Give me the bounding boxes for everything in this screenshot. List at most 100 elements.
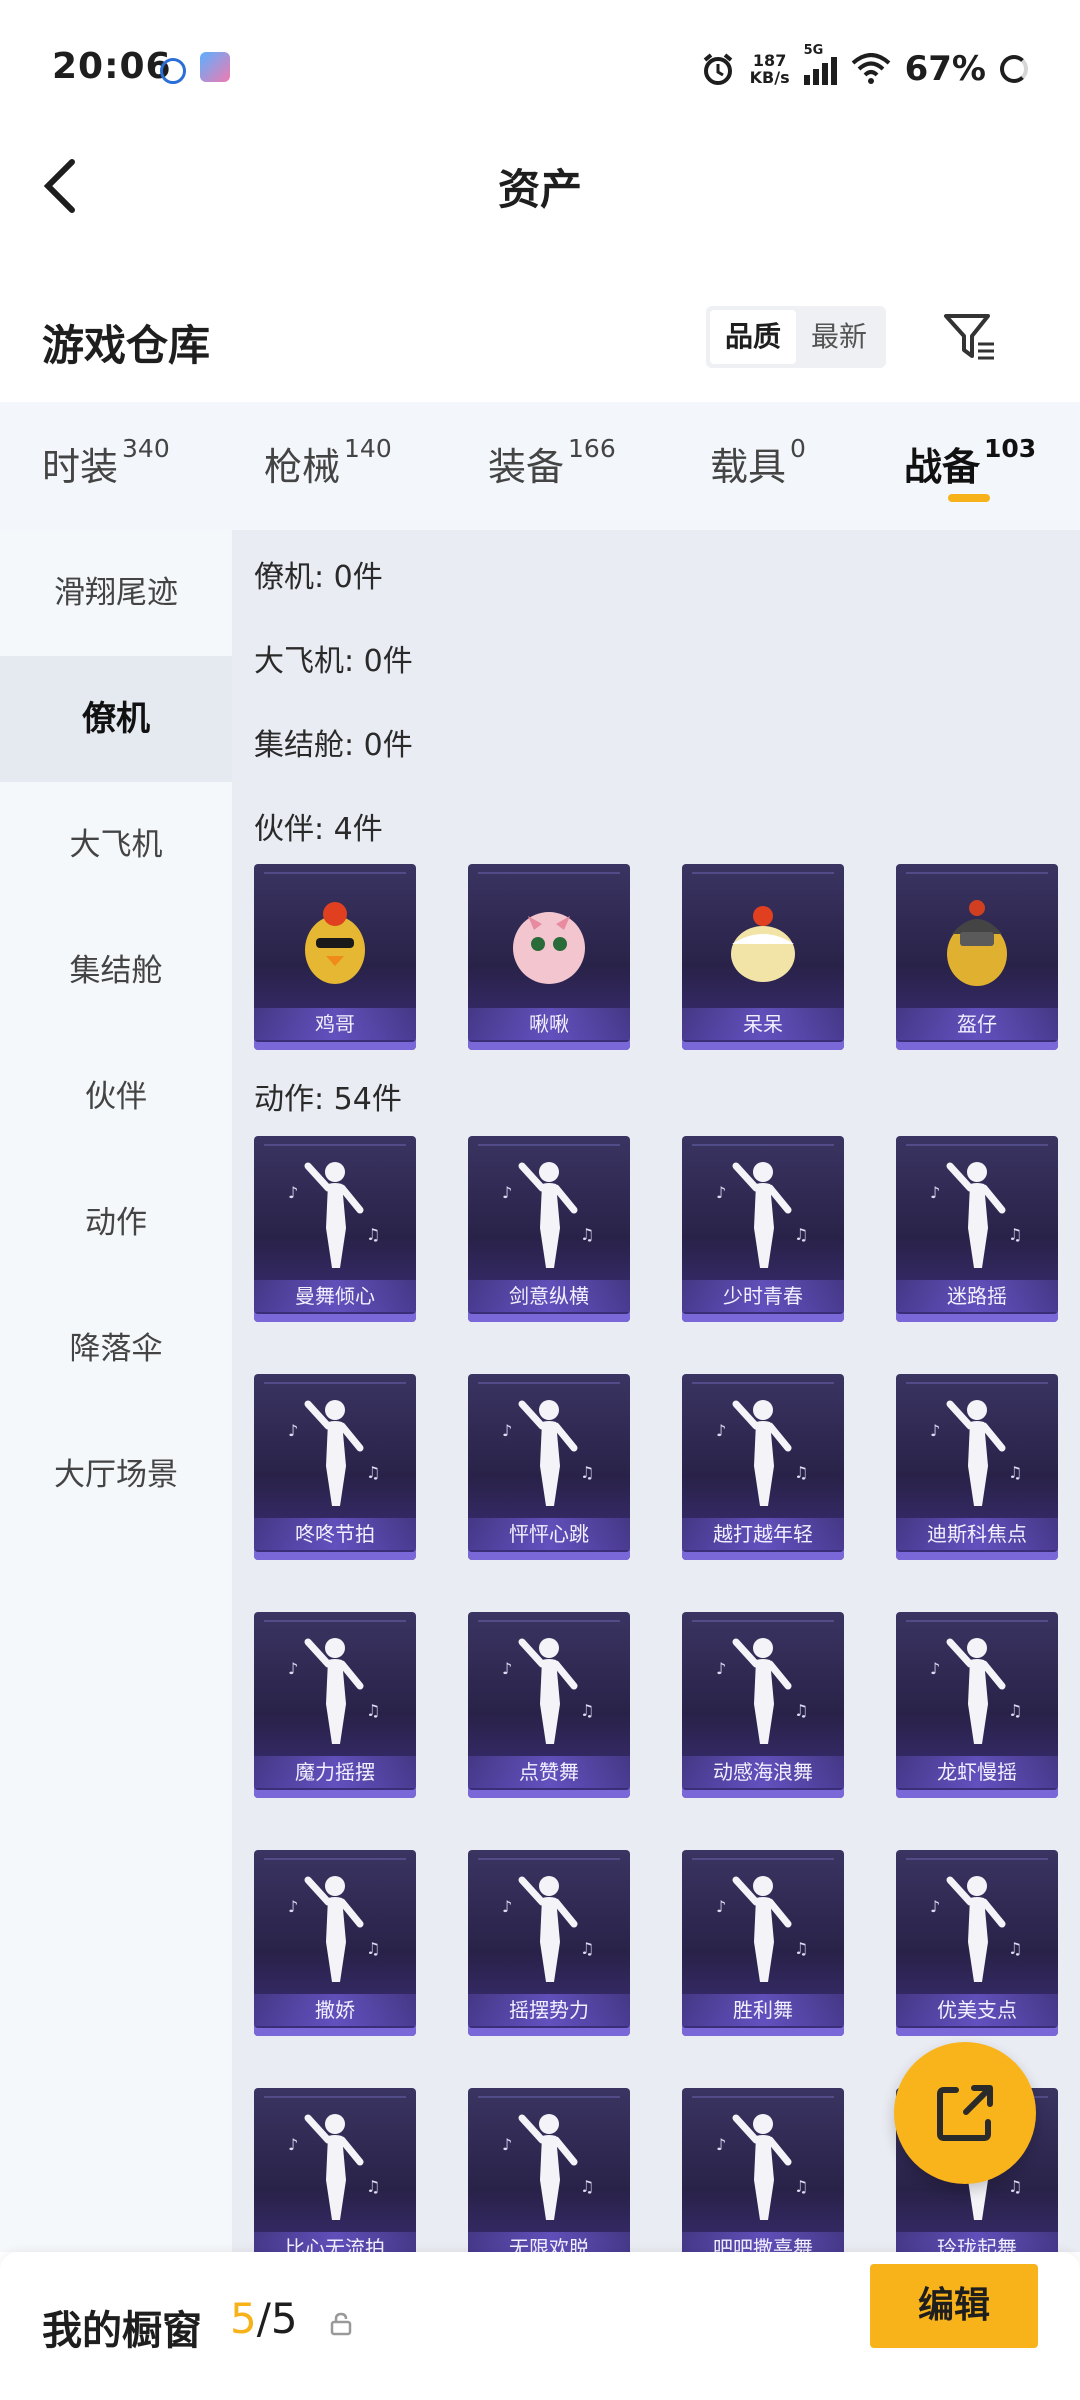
sidebar: 滑翔尾迹 僚机 大飞机 集结舱 伙伴 动作 降落伞 大厅场景 bbox=[0, 530, 232, 2252]
partner-name: 盔仔 bbox=[896, 1008, 1058, 1040]
action-card[interactable]: ♪ ♫ 咚咚节拍 bbox=[254, 1374, 416, 1560]
svg-text:♫: ♫ bbox=[794, 2177, 808, 2196]
tab-count: 103 bbox=[984, 434, 1037, 463]
showcase-total: /5 bbox=[256, 2294, 298, 2343]
partner-card[interactable]: 啾啾 bbox=[468, 864, 630, 1050]
action-card[interactable]: ♪ ♫ 摇摆势力 bbox=[468, 1850, 630, 2036]
tab-label: 时装 bbox=[42, 445, 119, 489]
svg-text:♪: ♪ bbox=[930, 1897, 940, 1916]
action-card[interactable]: ♪ ♫ 越打越年轻 bbox=[682, 1374, 844, 1560]
status-bar: 20:06 187 KB/s 5G 67% bbox=[0, 0, 1080, 140]
action-card[interactable]: ♪ ♫ 少时青春 bbox=[682, 1136, 844, 1322]
action-thumbnail: ♪♫ bbox=[502, 1638, 594, 1744]
action-thumbnail: ♪♫ bbox=[716, 2114, 808, 2220]
action-name: 优美支点 bbox=[896, 1994, 1058, 2026]
action-card[interactable]: ♪ ♫ 曼舞倾心 bbox=[254, 1136, 416, 1322]
sort-newest-button[interactable]: 最新 bbox=[796, 310, 882, 364]
filter-icon[interactable] bbox=[942, 308, 998, 364]
svg-text:♫: ♫ bbox=[366, 1463, 380, 1482]
svg-text:♫: ♫ bbox=[794, 1701, 808, 1720]
tab-combat-gear[interactable]: 战备 103 bbox=[904, 434, 1037, 491]
svg-text:♫: ♫ bbox=[580, 1463, 594, 1482]
share-fab[interactable] bbox=[894, 2042, 1036, 2184]
tab-equipment[interactable]: 装备 166 bbox=[488, 434, 616, 491]
action-thumbnail: ♪♫ bbox=[288, 1876, 380, 1982]
action-thumbnail: ♪♫ bbox=[930, 1876, 1022, 1982]
action-name: 玲珑起舞 bbox=[896, 2232, 1058, 2252]
action-thumbnail: ♪♫ bbox=[930, 1162, 1022, 1268]
svg-text:♪: ♪ bbox=[930, 1659, 940, 1678]
partner-thumbnail bbox=[305, 902, 365, 984]
action-card[interactable]: ♪ ♫ 迷路摇 bbox=[896, 1136, 1058, 1322]
partner-thumbnail bbox=[947, 900, 1007, 986]
action-card[interactable]: ♪ ♫ 胜利舞 bbox=[682, 1850, 844, 2036]
svg-text:♫: ♫ bbox=[1008, 1225, 1022, 1244]
action-card[interactable]: ♪ ♫ 龙虾慢摇 bbox=[896, 1612, 1058, 1798]
item-grid-panel: 僚机: 0件 大飞机: 0件 集结舱: 0件 伙伴: 4件 鸡哥 啾啾 呆呆 盔仔 动… bbox=[232, 530, 1080, 2252]
svg-text:♫: ♫ bbox=[1008, 1701, 1022, 1720]
sidebar-item-glide-trail[interactable]: 滑翔尾迹 bbox=[0, 530, 232, 656]
action-thumbnail: ♪♫ bbox=[288, 2114, 380, 2220]
tab-label: 载具 bbox=[710, 445, 787, 489]
svg-text:♫: ♫ bbox=[366, 2177, 380, 2196]
action-card[interactable]: ♪ ♫ 迪斯科焦点 bbox=[896, 1374, 1058, 1560]
action-card[interactable]: ♪ ♫ 吧吧撒喜舞 bbox=[682, 2088, 844, 2252]
svg-text:♫: ♫ bbox=[366, 1701, 380, 1720]
sidebar-item-partner[interactable]: 伙伴 bbox=[0, 1034, 232, 1160]
svg-text:♫: ♫ bbox=[580, 2177, 594, 2196]
action-name: 比心无流拍 bbox=[254, 2232, 416, 2252]
action-card[interactable]: ♪ ♫ 撒娇 bbox=[254, 1850, 416, 2036]
action-name: 魔力摇摆 bbox=[254, 1756, 416, 1788]
svg-text:♪: ♪ bbox=[716, 1897, 726, 1916]
svg-text:♪: ♪ bbox=[288, 1183, 298, 1202]
partner-card[interactable]: 鸡哥 bbox=[254, 864, 416, 1050]
action-name: 龙虾慢摇 bbox=[896, 1756, 1058, 1788]
action-card[interactable]: ♪ ♫ 动感海浪舞 bbox=[682, 1612, 844, 1798]
sidebar-item-parachute[interactable]: 降落伞 bbox=[0, 1286, 232, 1412]
section-partners: 伙伴: 4件 bbox=[254, 812, 383, 847]
action-thumbnail: ♪♫ bbox=[716, 1876, 808, 1982]
status-time: 20:06 bbox=[52, 46, 172, 87]
action-card[interactable]: ♪ ♫ 剑意纵横 bbox=[468, 1136, 630, 1322]
sidebar-item-lobby-scene[interactable]: 大厅场景 bbox=[0, 1412, 232, 1538]
status-right-group: 187 KB/s 5G 67% bbox=[700, 43, 1028, 92]
action-thumbnail: ♪♫ bbox=[502, 2114, 594, 2220]
tab-fashion[interactable]: 时装 340 bbox=[42, 434, 170, 491]
svg-text:♫: ♫ bbox=[366, 1939, 380, 1958]
active-tab-indicator bbox=[948, 494, 990, 502]
battery-percent: 67% bbox=[904, 49, 986, 89]
page-title: 资产 bbox=[497, 165, 582, 214]
sidebar-item-wingman[interactable]: 僚机 bbox=[0, 656, 232, 782]
action-name: 越打越年轻 bbox=[682, 1518, 844, 1550]
notification-app-icon bbox=[160, 58, 186, 84]
tab-weapons[interactable]: 枪械 140 bbox=[264, 434, 392, 491]
action-card[interactable]: ♪ ♫ 魔力摇摆 bbox=[254, 1612, 416, 1798]
action-name: 胜利舞 bbox=[682, 1994, 844, 2026]
showcase-label: 我的橱窗 bbox=[42, 2308, 202, 2354]
sidebar-item-rally-pod[interactable]: 集结舱 bbox=[0, 908, 232, 1034]
tab-count: 0 bbox=[790, 434, 806, 463]
action-name: 少时青春 bbox=[682, 1280, 844, 1312]
action-thumbnail: ♪♫ bbox=[502, 1400, 594, 1506]
action-card[interactable]: ♪ ♫ 比心无流拍 bbox=[254, 2088, 416, 2252]
cell-signal-icon: 5G bbox=[803, 43, 837, 85]
action-thumbnail: ♪♫ bbox=[288, 1400, 380, 1506]
action-card[interactable]: ♪ ♫ 怦怦心跳 bbox=[468, 1374, 630, 1560]
action-card[interactable]: ♪ ♫ 优美支点 bbox=[896, 1850, 1058, 2036]
action-name: 曼舞倾心 bbox=[254, 1280, 416, 1312]
showcase-count: 5/5 bbox=[230, 2294, 298, 2343]
action-card[interactable]: ♪ ♫ 点赞舞 bbox=[468, 1612, 630, 1798]
sidebar-item-big-plane[interactable]: 大飞机 bbox=[0, 782, 232, 908]
partner-card[interactable]: 盔仔 bbox=[896, 864, 1058, 1050]
action-card[interactable]: ♪ ♫ 无限欢脱 bbox=[468, 2088, 630, 2252]
sidebar-item-action[interactable]: 动作 bbox=[0, 1160, 232, 1286]
tab-vehicles[interactable]: 载具 0 bbox=[710, 434, 806, 491]
partner-card[interactable]: 呆呆 bbox=[682, 864, 844, 1050]
edit-button[interactable]: 编辑 bbox=[870, 2264, 1038, 2348]
action-thumbnail: ♪♫ bbox=[716, 1162, 808, 1268]
svg-text:♫: ♫ bbox=[580, 1701, 594, 1720]
svg-text:♫: ♫ bbox=[1008, 1463, 1022, 1482]
svg-text:♪: ♪ bbox=[502, 1659, 512, 1678]
svg-text:♪: ♪ bbox=[288, 1659, 298, 1678]
sort-quality-button[interactable]: 品质 bbox=[710, 310, 796, 364]
